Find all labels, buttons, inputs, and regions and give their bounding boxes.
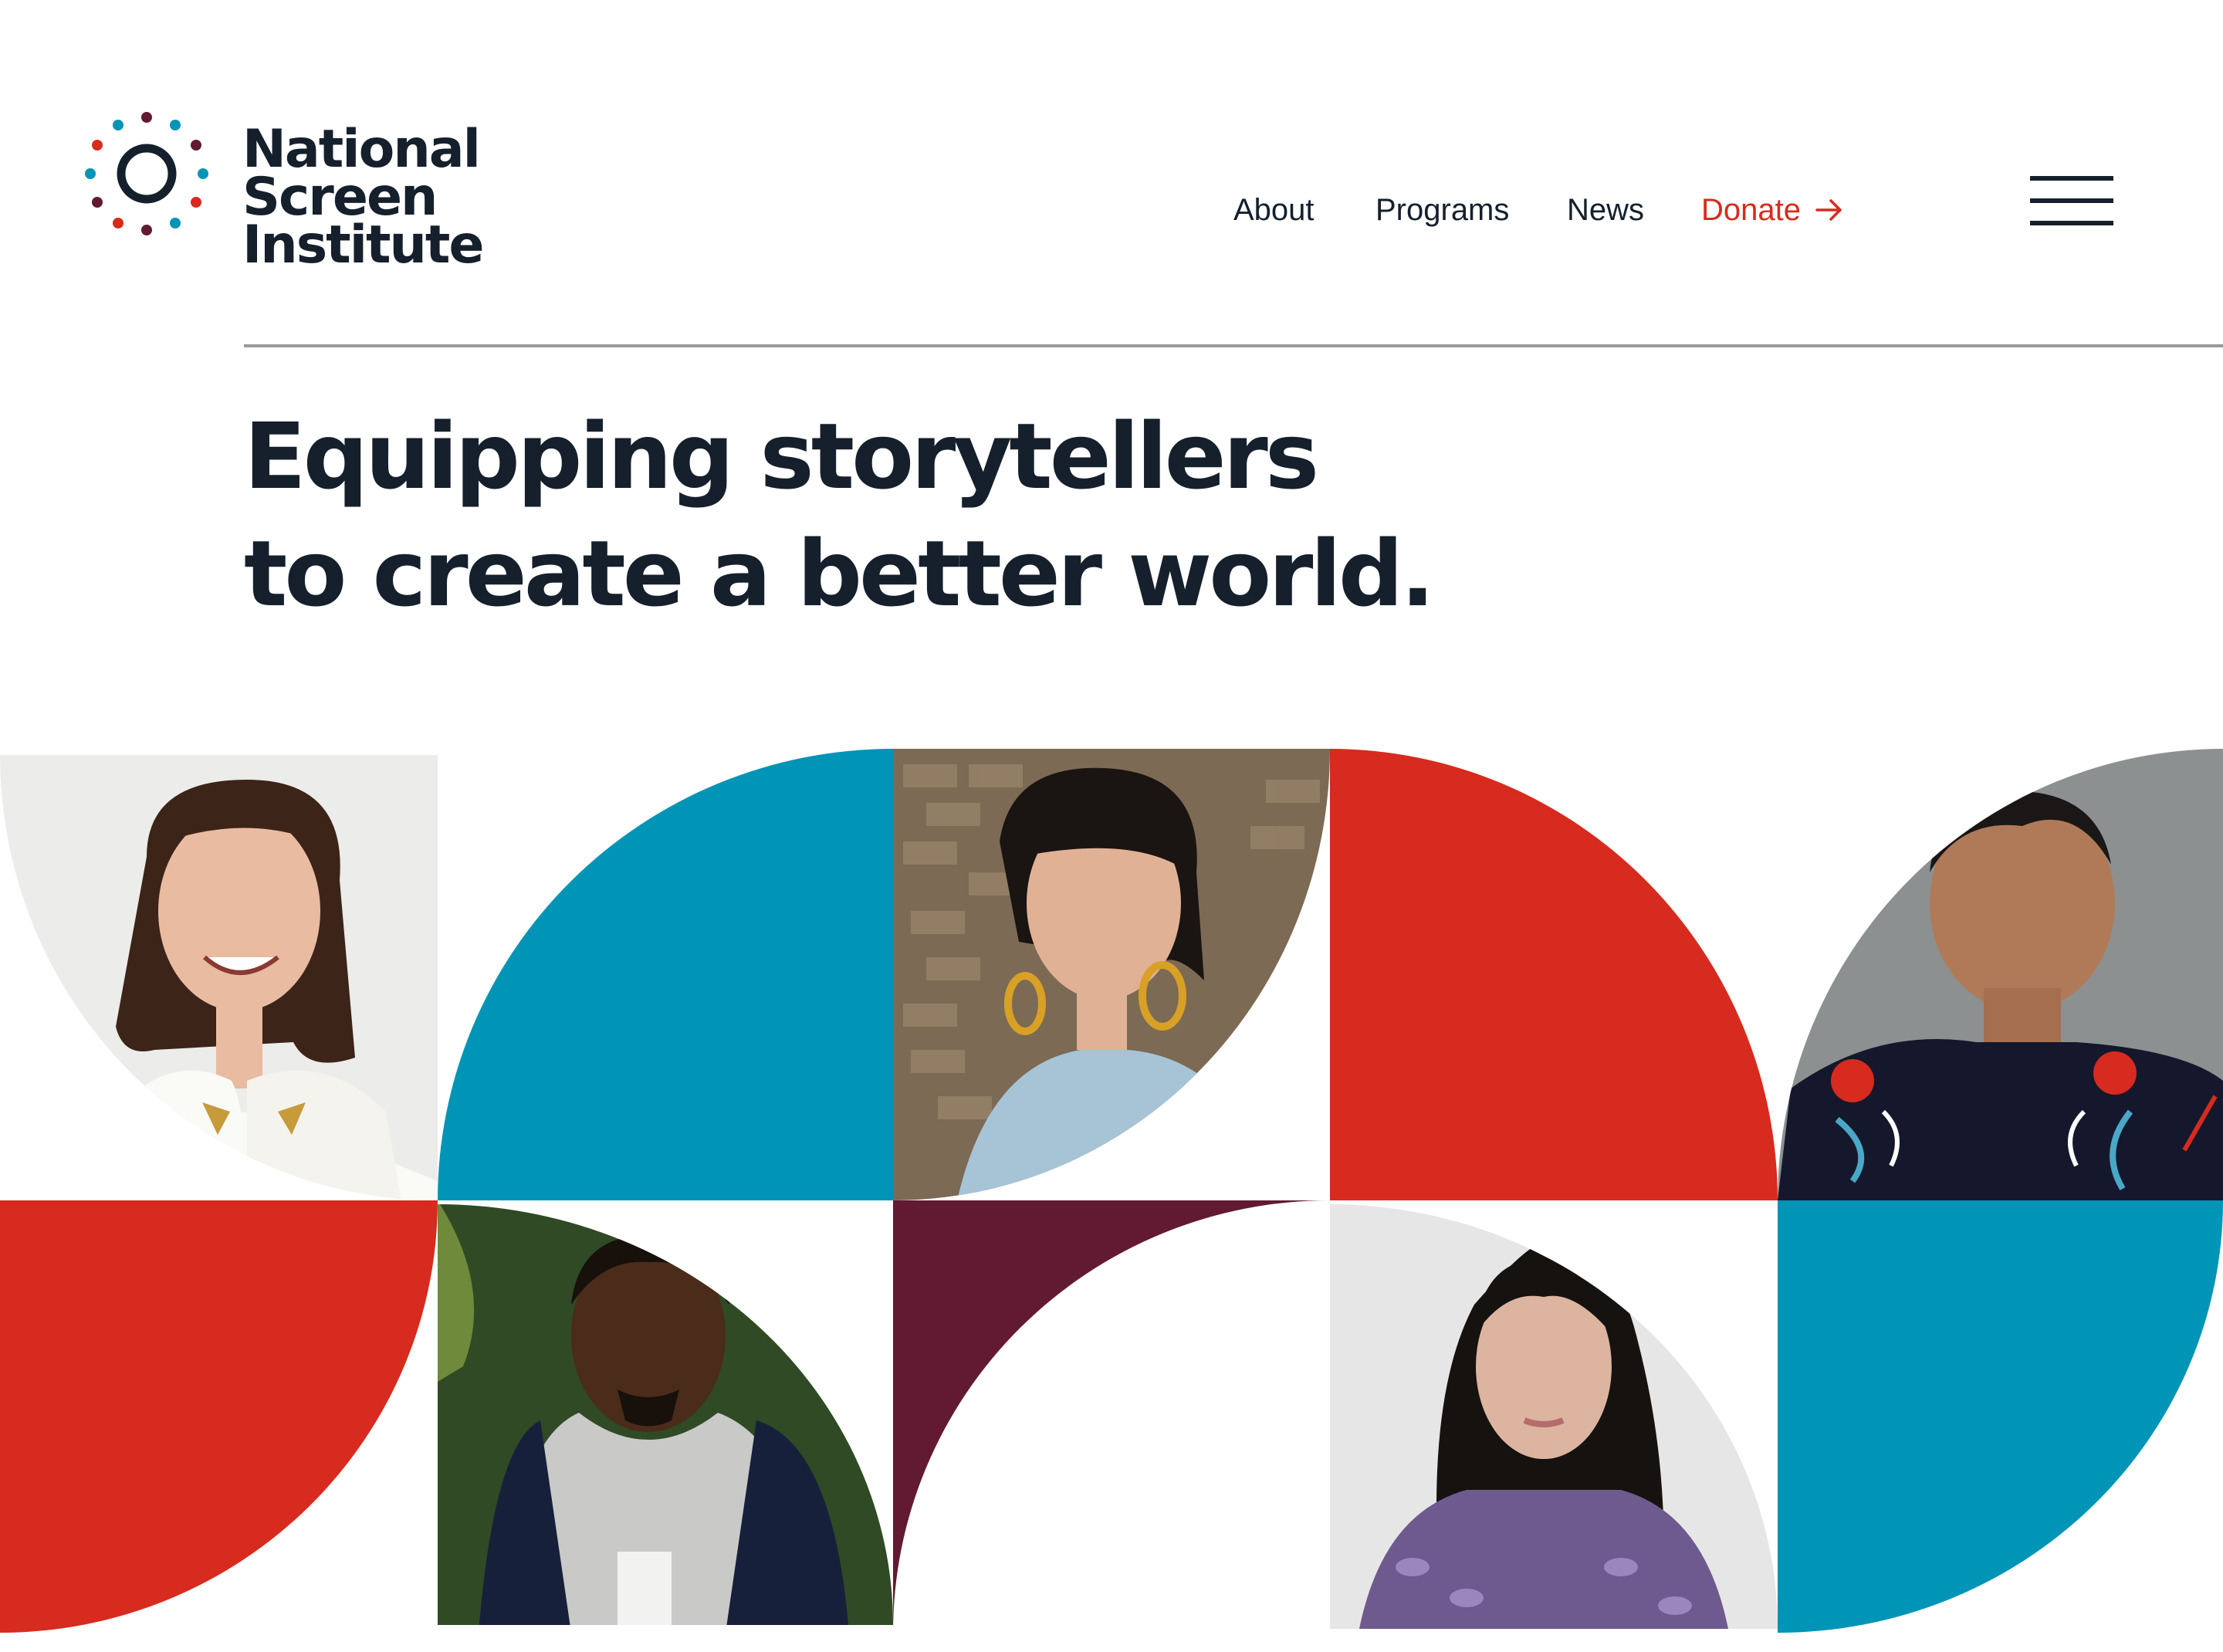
arrow-right-icon (1815, 199, 1842, 221)
logo-wordmark: National Screen Institute (242, 119, 633, 276)
portrait-man-hoodie (438, 1204, 893, 1625)
maroon-quarter-shape (893, 1200, 1330, 1633)
headline-line-1: Equipping storytellers (244, 403, 1319, 509)
logo-line-1: National Screen (242, 119, 481, 228)
portrait-woman-bangs (0, 755, 438, 1200)
nav-about-link[interactable]: About (1233, 193, 1315, 228)
hero-headline: Equipping storytellers to create a bette… (244, 398, 1435, 632)
header-divider (244, 344, 2223, 347)
portrait-mosaic (0, 749, 2223, 1633)
portrait-man-embroidered-shirt (1778, 749, 2223, 1200)
nav-programs-link[interactable]: Programs (1375, 193, 1509, 228)
teal-quarter-shape (438, 749, 893, 1200)
sunburst-logo-icon (85, 112, 208, 235)
nav-donate-link[interactable]: Donate (1701, 193, 1845, 228)
red-quarter-shape (1330, 749, 1778, 1200)
portrait-woman-long-hair (1330, 1204, 1778, 1629)
site-logo[interactable]: National Screen Institute (77, 104, 633, 272)
donate-label: Donate (1701, 193, 1801, 227)
portrait-woman-earrings (893, 749, 1330, 1200)
headline-line-2: to create a better world. (244, 520, 1435, 627)
logo-line-2: Institute (242, 215, 485, 276)
teal-quarter-shape-lower (1778, 1200, 2223, 1633)
red-quarter-shape-lower (0, 1200, 438, 1633)
hamburger-menu-icon[interactable] (2030, 176, 2113, 225)
nav-news-link[interactable]: News (1567, 193, 1644, 228)
